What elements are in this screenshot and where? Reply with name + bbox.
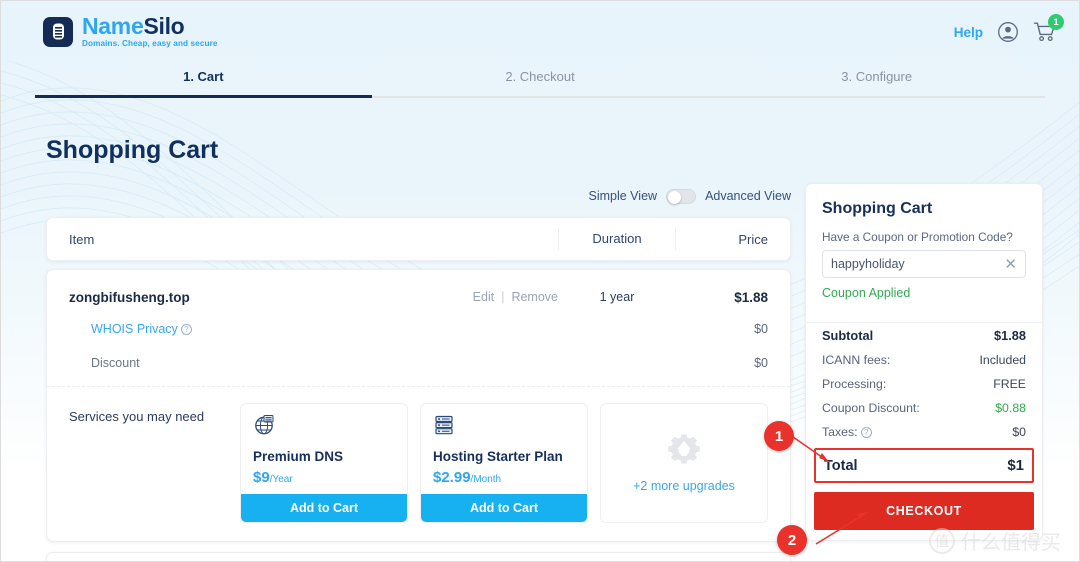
browser-page: NameSilo Domains. Cheap, easy and secure… [0, 0, 1080, 562]
view-mode-toggle[interactable]: Simple View Advanced View [46, 183, 791, 209]
edit-link[interactable]: Edit [473, 290, 495, 304]
annotation-badge-1: 1 [764, 421, 794, 451]
summary-row-subtotal: Subtotal $1.88 [806, 323, 1042, 348]
checkout-steps: 1. Cart 2. Checkout 3. Configure [1, 69, 1079, 98]
upsell-price-period: /Month [470, 474, 502, 485]
row-duration: 1 year [599, 290, 635, 304]
sidebar-title: Shopping Cart [822, 200, 933, 217]
upsell-card-premium-dns[interactable]: Premium DNS $9/Year Add to Cart [240, 403, 408, 523]
column-header-price: Price [738, 231, 768, 247]
watermark-text: 什么值得买 [961, 530, 1061, 554]
discount-label: Discount [91, 356, 140, 370]
upsell-title: Hosting Starter Plan [433, 449, 563, 464]
add-to-cart-button-hosting-starter[interactable]: Add to Cart [421, 494, 587, 522]
upsell-price: $9/Year [253, 469, 395, 486]
upsell-price-amount: $9 [253, 469, 270, 486]
account-button[interactable] [997, 21, 1019, 43]
table-subrow-whois: WHOIS Privacy? $0 [47, 312, 790, 346]
advanced-view-label[interactable]: Advanced View [705, 189, 791, 203]
whois-privacy-label: WHOIS Privacy [91, 322, 178, 336]
upsell-price-period: /Year [269, 474, 293, 485]
coupon-input[interactable] [831, 257, 1005, 271]
whois-privacy-price: $0 [754, 322, 768, 336]
upsell-heading: Services you may need [69, 409, 205, 424]
coupon-label: Have a Coupon or Promotion Code? [822, 230, 1013, 244]
cart-table-header-card: Item Duration Price [46, 217, 791, 261]
summary-label: Subtotal [822, 328, 874, 343]
help-link[interactable]: Help [954, 25, 983, 40]
summary-value: FREE [993, 377, 1026, 391]
table-row: zongbifusheng.top Edit | Remove 1 year $… [47, 270, 790, 312]
logo-name-part1: Name [82, 13, 144, 40]
watermark-mark: 值 [929, 527, 955, 554]
remove-link[interactable]: Remove [511, 290, 558, 304]
summary-row-processing: Processing: FREE [806, 372, 1042, 396]
step-cart[interactable]: 1. Cart [35, 69, 372, 98]
view-toggle-knob [668, 190, 682, 204]
summary-value: $1.88 [993, 328, 1026, 343]
cart-footer-card: Clear Cart Subtotal $1.88 [46, 552, 791, 561]
logo-tagline: Domains. Cheap, easy and secure [82, 39, 218, 49]
server-rack-icon [435, 415, 453, 435]
step-configure[interactable]: 3. Configure [708, 69, 1046, 98]
document-stack-icon [43, 16, 73, 47]
help-icon[interactable]: ? [860, 427, 872, 438]
summary-label: Processing: [822, 377, 887, 391]
close-x-icon[interactable]: ✕ [1004, 257, 1017, 272]
simple-view-label[interactable]: Simple View [589, 189, 658, 203]
whois-privacy-link[interactable]: WHOIS Privacy? [69, 322, 192, 336]
view-toggle-switch[interactable] [666, 188, 697, 204]
upsell-card-hosting-starter[interactable]: Hosting Starter Plan $2.99/Month Add to … [420, 403, 588, 523]
logo-name-part2: Silo [143, 13, 185, 40]
coupon-section: Have a Coupon or Promotion Code? ✕ Coupo… [806, 230, 1042, 312]
summary-label: Coupon Discount: [822, 401, 920, 415]
summary-label: ICANN fees: [822, 353, 891, 367]
domain-name: zongbifusheng.top [69, 289, 190, 305]
page-title: Shopping Cart [46, 136, 219, 164]
summary-row-icann-fees: ICANN fees: Included [806, 348, 1042, 372]
column-header-item: Item [69, 231, 95, 247]
coupon-status: Coupon Applied [822, 286, 911, 300]
site-logo[interactable]: NameSilo Domains. Cheap, easy and secure [43, 15, 218, 48]
header-actions: Help 1 [954, 14, 1064, 43]
order-summary-card: Shopping Cart Have a Coupon or Promotion… [805, 183, 1043, 541]
upsell-card-more-upgrades[interactable]: +2 more upgrades [600, 403, 768, 523]
user-circle-icon [998, 22, 1018, 42]
summary-value: $0 [1012, 425, 1026, 439]
more-upgrades-label[interactable]: +2 more upgrades [633, 479, 735, 493]
row-actions: Edit | Remove [473, 290, 558, 304]
upsell-price-amount: $2.99 [433, 469, 471, 486]
upsell-price: $2.99/Month [433, 469, 575, 486]
cart-items-card: zongbifusheng.top Edit | Remove 1 year $… [46, 269, 791, 542]
summary-value: $0.88 [995, 401, 1026, 415]
help-icon[interactable]: ? [180, 324, 192, 335]
site-header: NameSilo Domains. Cheap, easy and secure… [1, 1, 1079, 63]
upsell-card-list: Premium DNS $9/Year Add to Cart Hosting … [240, 403, 768, 523]
column-header-duration: Duration [558, 228, 676, 250]
summary-value: Included [979, 353, 1027, 367]
cart-badge-count: 1 [1048, 14, 1064, 30]
watermark: 值 什么值得买 [929, 526, 1061, 555]
logo-wordmark: NameSilo [82, 15, 218, 38]
annotation-badge-2: 2 [777, 525, 807, 555]
action-separator: | [501, 290, 505, 304]
coupon-input-wrap[interactable]: ✕ [822, 250, 1026, 278]
upsell-title: Premium DNS [253, 449, 344, 464]
annotation-arrow-2 [815, 511, 869, 545]
step-checkout[interactable]: 2. Checkout [371, 69, 709, 98]
discount-price: $0 [754, 356, 768, 370]
upsell-section: Services you may need Premium DNS $9/Yea… [47, 386, 790, 541]
cart-column: Simple View Advanced View Item Duration … [46, 183, 791, 561]
cart-table-header: Item Duration Price [47, 218, 790, 260]
gear-upgrade-icon [668, 434, 700, 464]
row-price: $1.88 [734, 289, 768, 305]
add-to-cart-button-premium-dns[interactable]: Add to Cart [241, 494, 407, 522]
cart-button[interactable]: 1 [1033, 14, 1064, 43]
globe-dns-icon [255, 415, 274, 435]
total-value: $1 [1007, 457, 1024, 474]
main-content: Simple View Advanced View Item Duration … [1, 183, 1079, 561]
table-subrow-discount: Discount $0 [47, 346, 790, 380]
